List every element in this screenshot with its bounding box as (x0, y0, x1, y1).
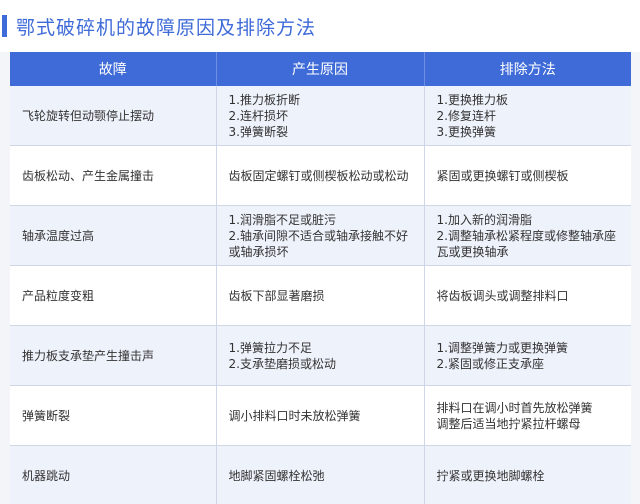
fault-table-container: 故障 产生原因 排除方法 飞轮旋转但动颚停止摆动 1.推力板折断 2.连杆损坏 … (10, 52, 631, 504)
table-row: 弹簧断裂 调小排料口时未放松弹簧 排料口在调小时首先放松弹簧 调整后适当地拧紧拉… (10, 385, 631, 446)
solution-line: 排料口在调小时首先放松弹簧 (436, 400, 593, 415)
cause-cell: 齿板固定螺钉或侧楔板松动或松动 (216, 145, 425, 206)
solution-line: 1.加入新的润滑脂 (436, 212, 532, 227)
fault-cell: 弹簧断裂 (10, 385, 217, 446)
header-cause: 产生原因 (216, 52, 425, 86)
table-row: 机器跳动 地脚紧固螺栓松弛 拧紧或更换地脚螺栓 (10, 445, 631, 504)
cause-line: 或轴承损坏 (228, 244, 289, 259)
header-fault: 故障 (10, 52, 217, 86)
table-row: 飞轮旋转但动颚停止摆动 1.推力板折断 2.连杆损坏 3.弹簧断裂 1.更换推力… (10, 86, 631, 146)
cause-cell: 1.弹簧拉力不足 2.支承垫磨损或松动 (216, 325, 425, 386)
fault-cell: 飞轮旋转但动颚停止摆动 (10, 86, 217, 146)
solution-line: 3.更换弹簧 (436, 124, 496, 139)
cause-cell: 齿板下部显著磨损 (216, 265, 425, 326)
solution-cell: 紧固或更换螺钉或侧楔板 (424, 145, 631, 206)
cause-line: 齿板下部显著磨损 (228, 288, 325, 303)
fault-cell: 产品粒度变粗 (10, 265, 217, 326)
fault-cell: 推力板支承垫产生撞击声 (10, 325, 217, 386)
page-title: 鄂式破碎机的故障原因及排除方法 (16, 17, 317, 39)
cause-line: 1.弹簧拉力不足 (228, 340, 312, 355)
cause-cell: 1.推力板折断 2.连杆损坏 3.弹簧断裂 (216, 86, 425, 146)
fault-cell: 齿板松动、产生金属撞击 (10, 145, 217, 206)
cause-line: 2.连杆损坏 (228, 108, 288, 123)
cause-line: 3.弹簧断裂 (228, 124, 288, 139)
solution-line: 2.修复连杆 (436, 108, 496, 123)
solution-cell: 1.更换推力板 2.修复连杆 3.更换弹簧 (424, 86, 631, 146)
solution-line: 调整后适当地拧紧拉杆螺母 (436, 416, 581, 431)
solution-cell: 排料口在调小时首先放松弹簧 调整后适当地拧紧拉杆螺母 (424, 385, 631, 446)
solution-cell: 1.调整弹簧力或更换弹簧 2.紧固或修正支承座 (424, 325, 631, 386)
table-row: 齿板松动、产生金属撞击 齿板固定螺钉或侧楔板松动或松动 紧固或更换螺钉或侧楔板 (10, 145, 631, 206)
cause-cell: 1.润滑脂不足或脏污 2.轴承间隙不适合或轴承接触不好 或轴承损坏 (216, 205, 425, 266)
table-row: 推力板支承垫产生撞击声 1.弹簧拉力不足 2.支承垫磨损或松动 1.调整弹簧力或… (10, 325, 631, 386)
header-solution: 排除方法 (424, 52, 631, 86)
solution-line: 1.更换推力板 (436, 92, 508, 107)
solution-line: 2.调整轴承松紧程度或修整轴承座 (436, 228, 616, 243)
solution-line: 1.调整弹簧力或更换弹簧 (436, 340, 568, 355)
fault-cell: 轴承温度过高 (10, 205, 217, 266)
solution-line: 2.紧固或修正支承座 (436, 356, 544, 371)
cause-line: 1.润滑脂不足或脏污 (228, 212, 336, 227)
fault-cell: 机器跳动 (10, 445, 217, 504)
fault-table: 故障 产生原因 排除方法 飞轮旋转但动颚停止摆动 1.推力板折断 2.连杆损坏 … (10, 52, 631, 504)
title-accent-bar (2, 15, 7, 37)
cause-line: 调小排料口时未放松弹簧 (228, 408, 361, 423)
cause-cell: 调小排料口时未放松弹簧 (216, 385, 425, 446)
cause-line: 2.轴承间隙不适合或轴承接触不好 (228, 228, 408, 243)
solution-line: 将齿板调头或调整排料口 (436, 288, 569, 303)
solution-line: 拧紧或更换地脚螺栓 (436, 468, 545, 483)
table-header-row: 故障 产生原因 排除方法 (10, 52, 631, 86)
cause-line: 2.支承垫磨损或松动 (228, 356, 336, 371)
solution-line: 紧固或更换螺钉或侧楔板 (436, 168, 569, 183)
cause-line: 齿板固定螺钉或侧楔板松动或松动 (228, 168, 409, 183)
title-bar: 鄂式破碎机的故障原因及排除方法 (0, 0, 640, 52)
solution-cell: 将齿板调头或调整排料口 (424, 265, 631, 326)
solution-line: 瓦或更换轴承 (436, 244, 509, 259)
cause-line: 地脚紧固螺栓松弛 (228, 468, 325, 483)
table-row: 产品粒度变粗 齿板下部显著磨损 将齿板调头或调整排料口 (10, 265, 631, 326)
solution-cell: 1.加入新的润滑脂 2.调整轴承松紧程度或修整轴承座 瓦或更换轴承 (424, 205, 631, 266)
cause-line: 1.推力板折断 (228, 92, 300, 107)
cause-cell: 地脚紧固螺栓松弛 (216, 445, 425, 504)
table-row: 轴承温度过高 1.润滑脂不足或脏污 2.轴承间隙不适合或轴承接触不好 或轴承损坏… (10, 205, 631, 266)
solution-cell: 拧紧或更换地脚螺栓 (424, 445, 631, 504)
